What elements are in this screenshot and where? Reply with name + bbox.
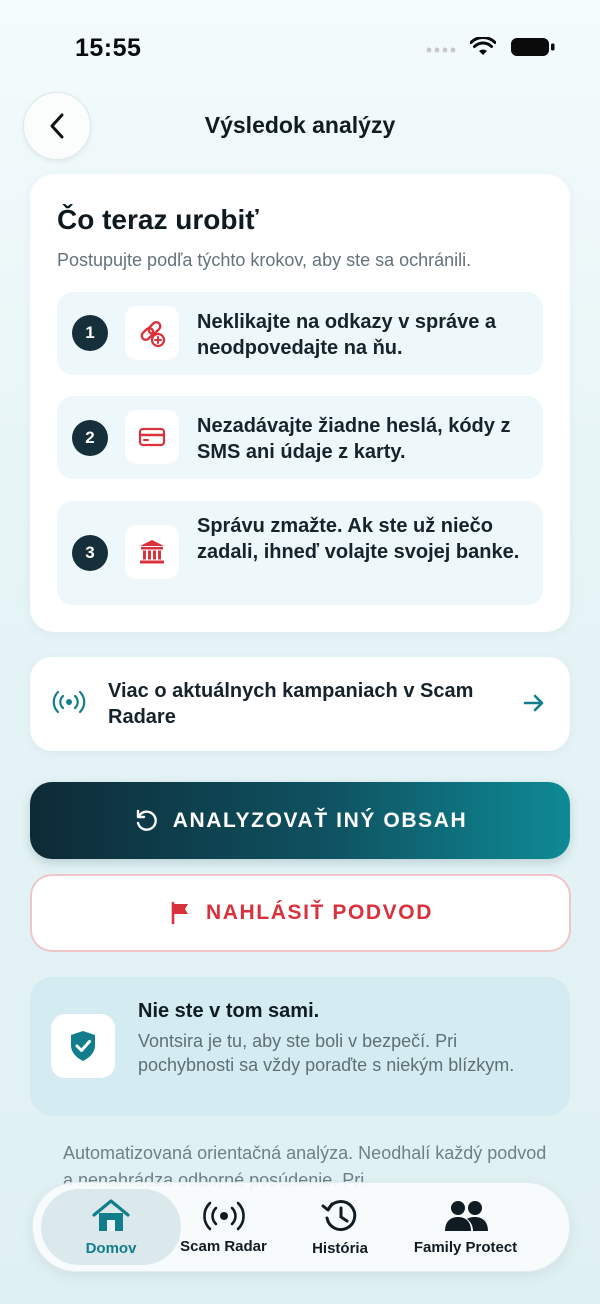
- tab-bar: Domov Scam Radar História Family Protect: [32, 1182, 570, 1272]
- support-info-card: Nie ste v tom sami. Vontsira je tu, aby …: [30, 977, 570, 1116]
- step-text: Správu zmažte. Ak ste už niečo zadali, i…: [197, 515, 520, 563]
- steps-card: Čo teraz urobiť Postupujte podľa týchto …: [30, 174, 570, 632]
- family-icon: [444, 1200, 488, 1231]
- tab-scam-radar[interactable]: Scam Radar: [171, 1183, 276, 1271]
- analyze-button-label: ANALYZOVAŤ INÝ OBSAH: [172, 808, 468, 832]
- credit-card-icon: [138, 427, 166, 447]
- tab-history[interactable]: História: [290, 1183, 390, 1271]
- step-item-3: 3 Správu zmažte. Ak ste už niečo zadali,…: [57, 501, 543, 605]
- shield-check-icon: [71, 1031, 95, 1061]
- report-scam-button[interactable]: NAHLÁSIŤ PODVOD: [30, 874, 571, 952]
- scam-radar-link[interactable]: Viac o aktuálnych kampaniach v Scam Rada…: [30, 657, 570, 751]
- link-plus-icon: [140, 321, 166, 348]
- tab-home[interactable]: Domov: [41, 1183, 181, 1271]
- radar-signal-icon: [202, 1201, 245, 1230]
- steps-title: Čo teraz urobiť: [57, 204, 259, 235]
- tab-label: História: [312, 1239, 368, 1257]
- header: Výsledok analýzy: [0, 90, 600, 166]
- history-icon: [321, 1199, 357, 1231]
- arrow-right-icon: [523, 694, 544, 712]
- wifi-icon: [470, 37, 496, 55]
- steps-subtitle: Postupujte podľa týchto krokov, aby ste …: [57, 250, 472, 270]
- analyze-other-content-button[interactable]: ANALYZOVAŤ INÝ OBSAH: [30, 782, 570, 859]
- page-title: Výsledok analýzy: [204, 112, 396, 138]
- tab-label: Domov: [85, 1239, 137, 1257]
- tab-label: Scam Radar: [180, 1237, 267, 1255]
- home-icon: [92, 1198, 130, 1231]
- info-title: Nie ste v tom sami.: [138, 1000, 320, 1022]
- status-bar: 15:55: [0, 0, 600, 96]
- step-number-badge: 2: [72, 420, 108, 456]
- status-time: 15:55: [75, 34, 142, 62]
- flag-icon: [171, 901, 188, 925]
- info-text: Vontsira je tu, aby ste boli v bezpečí. …: [138, 1031, 515, 1075]
- cellular-signal-icon: [426, 47, 456, 53]
- scam-radar-link-text: Viac o aktuálnych kampaniach v Scam Rada…: [108, 680, 474, 728]
- step-text: Neklikajte na odkazy v správe a neodpove…: [197, 311, 497, 359]
- rotate-ccw-icon: [136, 809, 157, 831]
- tab-family-protect[interactable]: Family Protect: [403, 1183, 528, 1271]
- step-text: Nezadávajte žiadne heslá, kódy z SMS ani…: [197, 415, 511, 463]
- step-item-1: 1 Neklikajte na odkazy v správe a neodpo…: [57, 292, 543, 375]
- step-number-badge: 3: [72, 535, 108, 571]
- tab-label: Family Protect: [413, 1238, 518, 1256]
- battery-icon: [511, 38, 555, 56]
- radar-signal-icon: [52, 690, 86, 714]
- step-number-badge: 1: [72, 315, 108, 351]
- step-item-2: 2 Nezadávajte žiadne heslá, kódy z SMS a…: [57, 396, 543, 479]
- bank-icon: [140, 540, 164, 564]
- report-button-label: NAHLÁSIŤ PODVOD: [205, 901, 433, 924]
